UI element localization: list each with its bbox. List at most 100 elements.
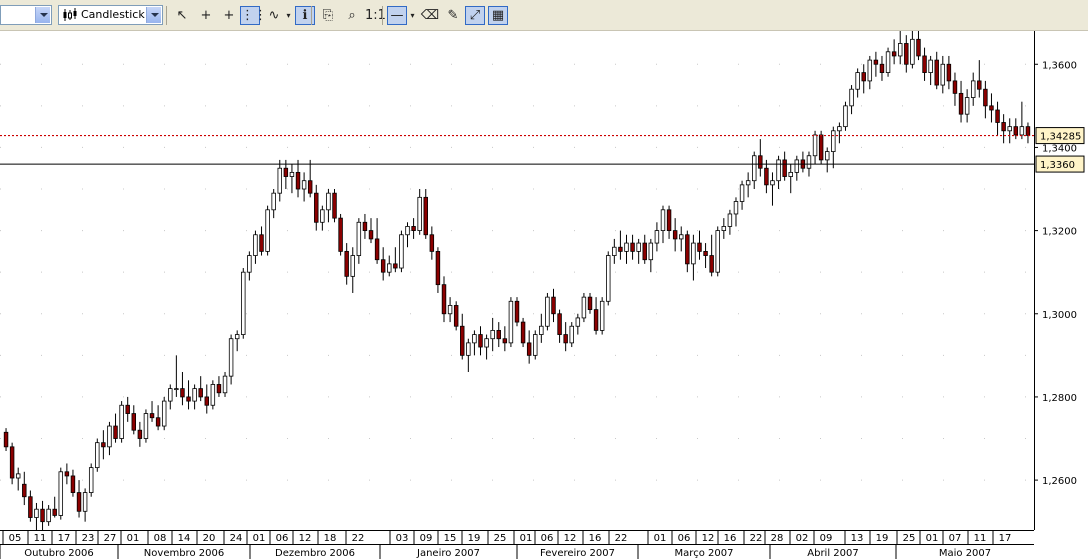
candle <box>40 500 45 535</box>
candle <box>612 238 617 264</box>
candle-body <box>15 473 21 479</box>
candle-body <box>101 442 106 448</box>
candle <box>368 218 374 244</box>
candle <box>472 330 477 356</box>
candle-body <box>3 431 9 448</box>
candle <box>575 313 581 335</box>
day-tick-label: 16 <box>589 533 602 544</box>
candle <box>314 184 319 231</box>
candle <box>697 230 702 260</box>
candle-body <box>612 246 617 256</box>
candle <box>119 401 124 443</box>
candle <box>624 234 629 264</box>
candle-body <box>642 242 647 261</box>
candle-body <box>539 325 544 335</box>
candle <box>435 247 441 293</box>
day-tick-label: 25 <box>494 533 507 544</box>
candle-body <box>350 255 355 277</box>
candle-body <box>143 413 149 439</box>
candle-body <box>186 396 191 402</box>
candle <box>989 93 994 123</box>
candle <box>161 396 167 431</box>
candle-body <box>958 92 964 115</box>
candle <box>873 51 879 77</box>
candle <box>350 247 355 293</box>
day-tick-label: 01 <box>253 533 266 544</box>
candle <box>940 55 946 94</box>
candle-body <box>161 400 167 427</box>
candle <box>593 297 599 335</box>
candle <box>758 139 763 177</box>
candle <box>478 326 483 356</box>
candle-body <box>934 59 939 86</box>
candle <box>253 230 258 264</box>
candle <box>502 326 508 352</box>
candle-body <box>210 384 216 406</box>
candle <box>897 31 903 65</box>
candle <box>776 155 781 190</box>
candle <box>28 490 33 522</box>
candle <box>52 496 57 518</box>
candle-body <box>849 88 854 107</box>
price-axis: 1,3600 1,3400 1,3200 1,3000 1,2800 1,2600 1,34… <box>1034 31 1088 559</box>
candle-body <box>752 155 757 182</box>
price-tick-label: 1,3200 <box>1042 227 1077 238</box>
candle <box>946 55 952 90</box>
candle-body <box>387 263 392 273</box>
candle <box>277 159 282 202</box>
day-tick-label: 23 <box>82 533 95 544</box>
candle-body <box>885 51 891 73</box>
candle-body <box>672 230 678 240</box>
day-tick-label: 09 <box>820 533 833 544</box>
candle <box>709 234 714 277</box>
candle-body <box>1001 122 1006 132</box>
candle-body <box>831 130 836 152</box>
candle-body <box>320 209 325 223</box>
day-tick-label: 20 <box>203 533 216 544</box>
candle-body <box>922 55 927 73</box>
candle <box>654 222 660 252</box>
day-tick-label: 12 <box>702 533 715 544</box>
candle <box>928 55 933 86</box>
candle <box>143 409 149 443</box>
candle <box>137 421 143 447</box>
candle <box>453 301 459 331</box>
candle <box>788 164 793 194</box>
candle-body <box>234 334 240 340</box>
candle <box>733 197 739 227</box>
price-chart[interactable]: 1,3600 1,3400 1,3200 1,3000 1,2800 1,2600 1,34… <box>0 0 1088 559</box>
candle <box>107 421 112 456</box>
candle <box>770 172 775 206</box>
day-tick-label: 01 <box>926 533 939 544</box>
month-label: Dezembro 2006 <box>275 548 355 559</box>
candle-body <box>867 59 873 82</box>
day-tick-label: 24 <box>230 533 243 544</box>
candle-body <box>660 209 666 232</box>
candle <box>320 205 325 231</box>
day-tick-label: 22 <box>352 533 365 544</box>
candle-body <box>843 105 848 128</box>
candle-body <box>679 234 684 240</box>
candle <box>95 438 100 472</box>
candle <box>679 226 684 252</box>
candle-body <box>764 167 769 186</box>
candle-body <box>411 226 416 231</box>
month-label: Outubro 2006 <box>24 548 93 559</box>
candle <box>216 376 222 397</box>
candle <box>782 151 787 181</box>
candle-body <box>259 234 264 252</box>
candle-body <box>362 221 368 232</box>
candle-body <box>794 159 800 173</box>
candle <box>399 230 404 273</box>
candle-body <box>460 325 465 356</box>
candle-body <box>897 43 903 57</box>
candle-body <box>125 404 130 414</box>
price-tick-label: 1,2800 <box>1042 393 1077 404</box>
candle-body <box>332 192 337 219</box>
day-tick-label: 01 <box>654 533 667 544</box>
day-tick-label: 05 <box>9 533 22 544</box>
candle-body <box>180 388 185 398</box>
day-tick-label: 08 <box>154 533 167 544</box>
candle <box>247 251 252 281</box>
candle-body <box>423 196 428 236</box>
